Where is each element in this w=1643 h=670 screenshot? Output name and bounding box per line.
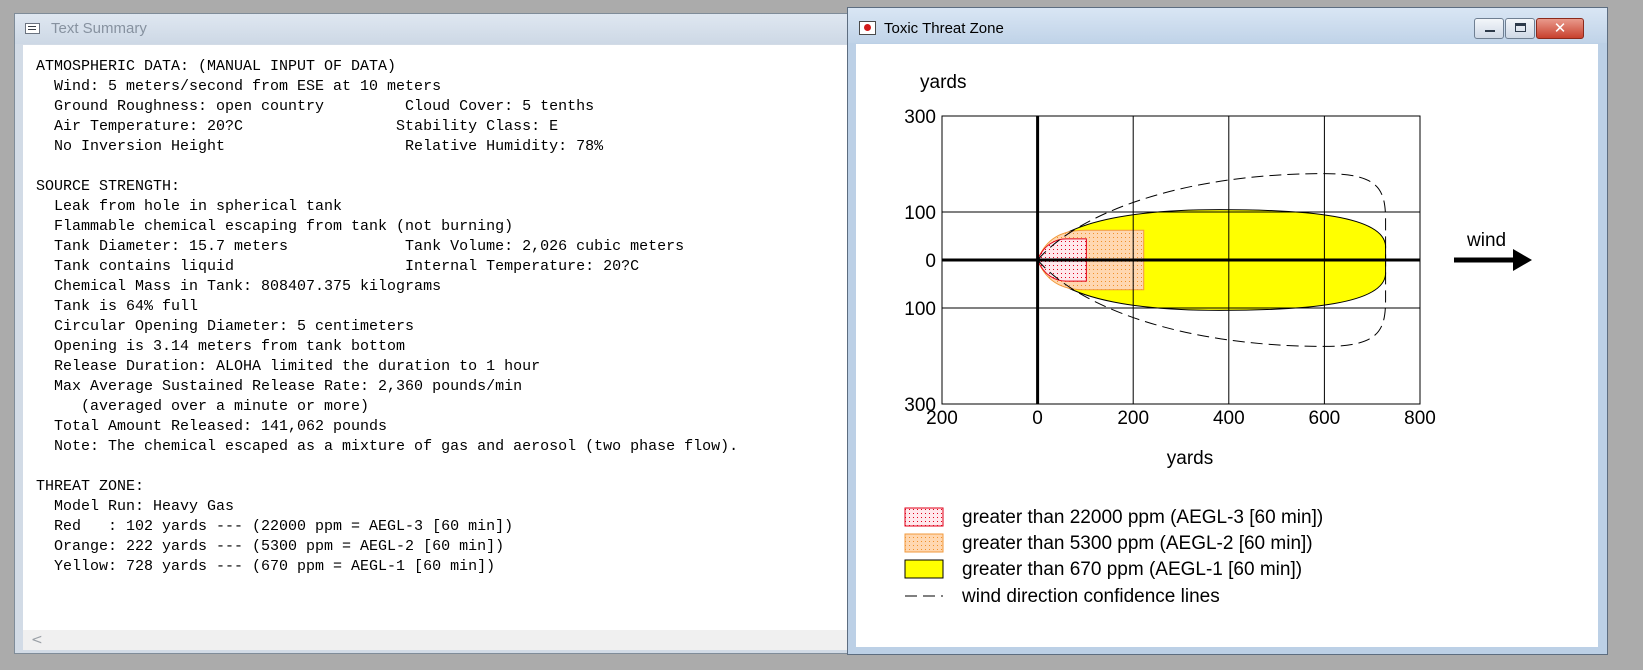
minimize-button[interactable] (1474, 18, 1504, 39)
x-tick-label: 200 (1117, 408, 1149, 429)
x-tick-label: 0 (1032, 408, 1043, 429)
text-summary-titlebar[interactable]: Text Summary (15, 14, 853, 44)
legend-yellow-label: greater than 670 ppm (AEGL-1 [60 min]) (962, 559, 1302, 580)
summary-text: ATMOSPHERIC DATA: (MANUAL INPUT OF DATA)… (36, 58, 739, 575)
threat-zone-title: Toxic Threat Zone (884, 20, 1004, 37)
y-tick-label: 100 (904, 299, 936, 320)
threat-zone-app-icon (859, 21, 876, 35)
threat-zone-content: yards 200 0 200 400 600 800 300 100 0 100 300 yard… (856, 44, 1598, 647)
y-tick-label: 300 (904, 107, 936, 128)
wind-arrow-icon (1454, 249, 1532, 271)
legend-red-swatch (904, 507, 944, 527)
legend-red-label: greater than 22000 ppm (AEGL-3 [60 min]) (962, 507, 1323, 528)
legend-orange-label: greater than 5300 ppm (AEGL-2 [60 min]) (962, 533, 1313, 554)
threat-zone-chart: yards 200 0 200 400 600 8003001000100300 yard… (904, 72, 1532, 607)
minimize-icon (1485, 30, 1495, 32)
scroll-left-arrow-icon[interactable]: < (31, 632, 43, 648)
text-summary-content[interactable]: ATMOSPHERIC DATA: (MANUAL INPUT OF DATA)… (23, 45, 847, 650)
legend-yellow-swatch (904, 559, 944, 579)
x-tick-label: 800 (1404, 408, 1436, 429)
legend-confidence-label: wind direction confidence lines (961, 586, 1220, 607)
y-axis-label: yards (920, 72, 966, 93)
y-tick-label: 100 (904, 203, 936, 224)
x-tick-label: 600 (1309, 408, 1341, 429)
y-tick-label: 300 (904, 395, 936, 416)
threat-zone-window: Toxic Threat Zone ✕ yards 200 0 200 400 600 8… (847, 7, 1608, 655)
maximize-icon (1515, 23, 1526, 32)
threat-zone-titlebar[interactable]: Toxic Threat Zone ✕ (848, 8, 1607, 43)
maximize-button[interactable] (1505, 18, 1535, 39)
close-icon: ✕ (1553, 19, 1567, 37)
y-tick-label: 0 (925, 251, 936, 272)
legend-orange-swatch (904, 533, 944, 553)
text-summary-title: Text Summary (51, 20, 147, 37)
close-button[interactable]: ✕ (1536, 18, 1584, 39)
text-summary-window: Text Summary ATMOSPHERIC DATA: (MANUAL I… (14, 13, 854, 654)
horizontal-scrollbar[interactable]: < (23, 630, 847, 650)
text-document-icon (25, 23, 40, 34)
x-tick-label: 400 (1213, 408, 1245, 429)
x-axis-label: yards (1167, 448, 1213, 469)
wind-label: wind (1466, 230, 1506, 251)
